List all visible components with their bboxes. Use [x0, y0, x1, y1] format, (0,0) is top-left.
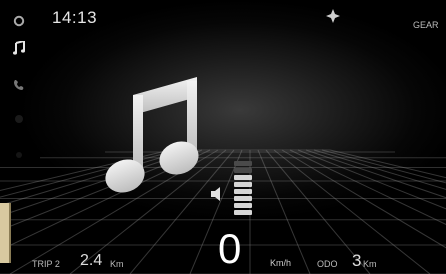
- speed-value: 0: [218, 225, 242, 272]
- volume-segment: [234, 182, 252, 187]
- side-edge-strip: [0, 203, 11, 263]
- odometer-label: ODO: [317, 259, 338, 269]
- trip-unit: Km: [110, 259, 124, 269]
- odometer-value: 3: [352, 251, 362, 270]
- sidebar-phone-icon[interactable]: [13, 78, 25, 96]
- speed-unit: Km/h: [270, 258, 292, 268]
- volume-segment: [234, 196, 252, 201]
- volume-segment: [234, 189, 252, 194]
- gear-label: GEAR: [413, 20, 439, 30]
- clock-time: 14:13: [52, 8, 98, 27]
- odometer-unit: Km: [363, 259, 377, 269]
- volume-segment: [234, 161, 252, 166]
- settings-icon[interactable]: [13, 14, 25, 32]
- sidebar-faded-icon[interactable]: [13, 148, 25, 166]
- navigation-icon[interactable]: [326, 9, 340, 28]
- sidebar-faded-icon[interactable]: [13, 112, 25, 130]
- head-unit-screen: 14:13 GEAR TRIP 2 2.4 Km 0 Km/h ODO 3 Km: [0, 0, 446, 274]
- volume-segment: [234, 175, 252, 180]
- music-note-icon: [105, 77, 205, 204]
- volume-level-bar[interactable]: [234, 161, 252, 217]
- volume-icon[interactable]: [211, 187, 227, 206]
- trip-value: 2.4: [80, 252, 103, 269]
- volume-segment: [234, 210, 252, 215]
- sidebar-music-icon[interactable]: [13, 39, 25, 60]
- trip-label: TRIP 2: [32, 259, 60, 269]
- volume-segment: [234, 203, 252, 208]
- volume-segment: [234, 168, 252, 173]
